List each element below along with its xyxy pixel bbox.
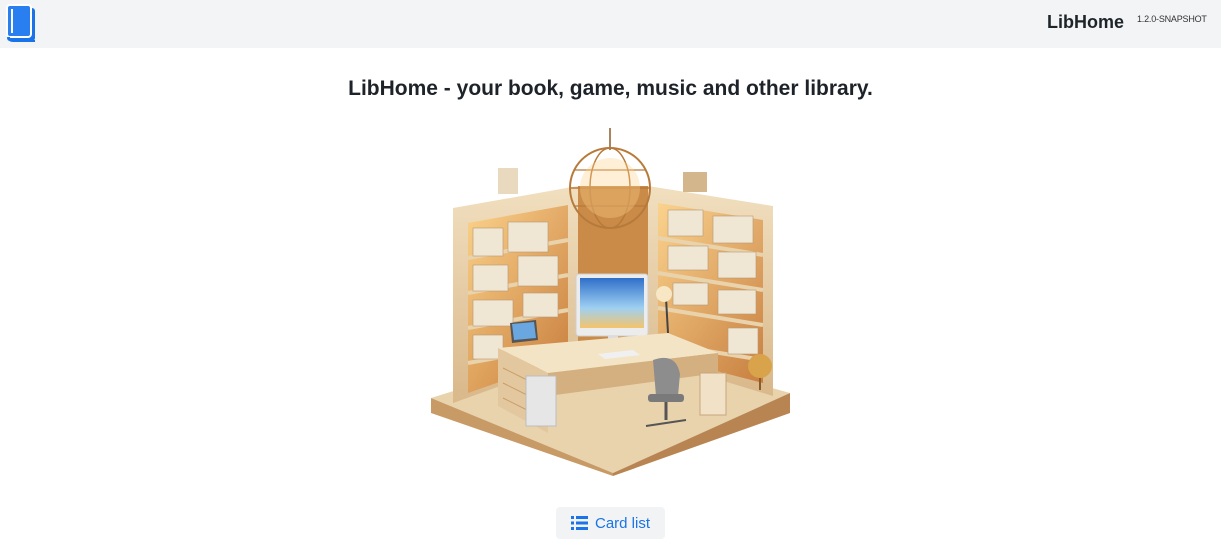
- book-icon[interactable]: [4, 3, 38, 43]
- card-list-button[interactable]: Card list: [556, 507, 665, 539]
- library-room-illustration: [428, 128, 794, 476]
- page-title: LibHome - your book, game, music and oth…: [348, 77, 873, 100]
- card-list-label: Card list: [594, 514, 650, 532]
- brand-name[interactable]: LibHome: [1047, 12, 1124, 33]
- top-navbar: LibHome 1.2.0-SNAPSHOT: [0, 0, 1221, 48]
- version-label: 1.2.0-SNAPSHOT: [1137, 14, 1207, 24]
- list-icon: [570, 516, 588, 530]
